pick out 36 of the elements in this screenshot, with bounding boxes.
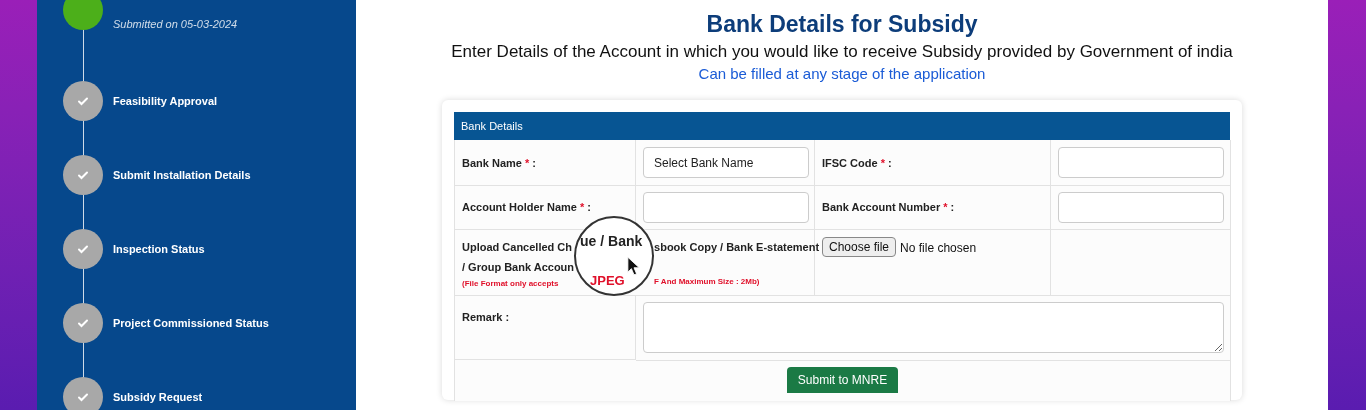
field-label: Bank Name * : xyxy=(462,157,536,169)
upload-label: / Group Bank Accoun xyxy=(462,259,575,275)
submit-button[interactable]: Submit to MNRE xyxy=(786,367,899,393)
check-icon xyxy=(77,391,89,403)
remark-field[interactable] xyxy=(643,302,1224,353)
input-field[interactable] xyxy=(1058,192,1224,223)
upload-label: sbook Copy / Bank E-statement xyxy=(654,240,820,255)
file-status: No file chosen xyxy=(900,240,977,257)
step-subtitle: Submitted on 05-03-2024 xyxy=(113,17,238,32)
bank-select[interactable]: Select Bank Name xyxy=(643,147,809,178)
check-icon xyxy=(77,169,89,181)
input-field[interactable] xyxy=(643,192,809,223)
choose-file-button[interactable]: Choose file xyxy=(822,237,897,257)
check-icon xyxy=(77,317,89,329)
input-field[interactable] xyxy=(1058,147,1224,178)
magnified-label: ue / Bank xyxy=(580,232,643,250)
field-label: Account Holder Name * : xyxy=(462,201,591,213)
field-label: Remark : xyxy=(462,311,510,323)
step-label: Feasibility Approval xyxy=(113,93,218,109)
page-title: Bank Details for Subsidy xyxy=(706,10,978,39)
step-label: Submit Installation Details xyxy=(113,167,251,183)
file-format-hint: F And Maximum Size : 2Mb) xyxy=(654,275,760,288)
section-header: Bank Details xyxy=(454,112,1230,140)
step-label: Inspection Status xyxy=(113,241,205,257)
cursor-icon xyxy=(626,256,641,276)
step-label: Project Commissioned Status xyxy=(113,315,269,331)
page-subtitle: Enter Details of the Account in which you would like to receive Subsidy provided by Government of india xyxy=(451,41,1233,63)
step-label: Subsidy Request xyxy=(113,389,203,405)
magnified-hint: JPEG xyxy=(590,274,625,288)
upload-label: Upload Cancelled Ch xyxy=(462,240,573,255)
check-icon xyxy=(77,95,89,107)
field-label: IFSC Code * : xyxy=(822,157,892,169)
file-format-hint: (File Format only accepts xyxy=(462,278,559,290)
field-label: Bank Account Number * : xyxy=(822,201,955,213)
page-note: Can be filled at any stage of the application xyxy=(698,64,986,84)
check-icon xyxy=(77,243,89,255)
